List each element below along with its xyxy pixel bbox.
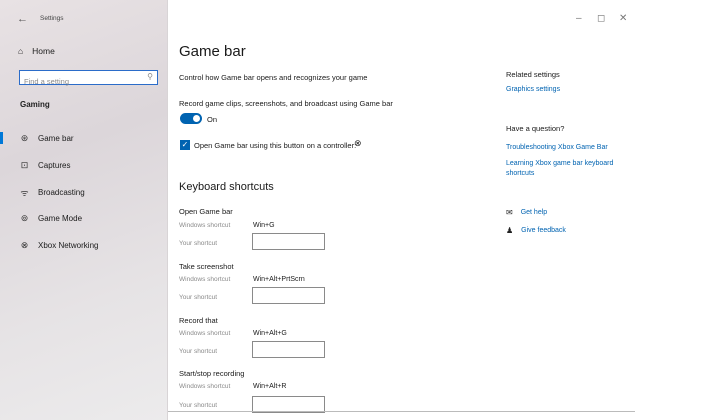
record-setting-label: Record game clips, screenshots, and broa… [179,99,393,108]
xbox-networking-icon: ⊗ [20,239,29,250]
graphics-settings-link[interactable]: Graphics settings [506,85,560,95]
sidebar-item-label: Game bar [38,133,74,143]
home-icon: ⌂ [18,46,24,56]
your-shortcut-input[interactable] [252,341,325,358]
your-shortcut-input[interactable] [252,233,325,250]
toggle-knob [193,115,200,122]
sidebar-item-xbox-networking[interactable]: ⊗ Xbox Networking [0,234,168,256]
have-a-question-header: Have a question? [506,124,565,133]
broadcasting-icon: ᯤ [20,187,29,198]
shortcut-title: Start/stop recording [179,369,245,378]
title-bar: ← Settings – ◻ ✕ [0,0,715,32]
windows-shortcut-value: Win+Alt+R [253,383,287,390]
close-icon[interactable]: ✕ [619,13,627,24]
shortcut-title: Take screenshot [179,262,234,271]
controller-button-label: Open Game bar using this button on a con… [194,141,357,150]
shortcut-title: Open Game bar [179,207,233,216]
windows-shortcut-label: Windows shortcut [179,276,231,283]
windows-shortcut-label: Windows shortcut [179,383,231,390]
game-mode-icon: ⊚ [20,212,29,223]
sidebar-item-label: Xbox Networking [38,240,99,250]
page-description: Control how Game bar opens and recognize… [179,73,368,82]
your-shortcut-input[interactable] [252,287,325,304]
keyboard-shortcuts-header: Keyboard shortcuts [179,181,274,193]
captures-icon: ⊡ [20,159,29,170]
divider [168,411,635,412]
controller-button-checkbox[interactable]: ✓ [180,140,190,150]
get-help-link[interactable]: ✉ Get help [506,208,547,217]
chat-help-icon: ✉ [506,208,513,217]
section-label-gaming: Gaming [20,100,50,109]
give-feedback-label: Give feedback [521,227,566,234]
sidebar-item-label: Captures [38,160,71,170]
windows-shortcut-label: Windows shortcut [179,330,231,337]
give-feedback-link[interactable]: ♟ Give feedback [506,226,566,235]
troubleshooting-link[interactable]: Troubleshooting Xbox Game Bar [506,143,608,153]
minimize-icon[interactable]: – [576,13,582,24]
sidebar-item-captures[interactable]: ⊡ Captures [0,154,168,176]
your-shortcut-label: Your shortcut [179,294,218,301]
your-shortcut-label: Your shortcut [179,240,218,247]
search-box[interactable]: ⚲ [19,70,158,88]
page-title: Game bar [179,43,246,60]
xbox-button-icon: ⊗ [354,138,362,148]
sidebar-item-broadcasting[interactable]: ᯤ Broadcasting [0,181,168,203]
feedback-icon: ♟ [506,226,514,235]
game-bar-icon: ⊛ [20,132,29,143]
sidebar-item-game-mode[interactable]: ⊚ Game Mode [0,207,168,229]
toggle-state-label: On [207,115,218,124]
record-toggle[interactable] [180,113,202,124]
sidebar-item-game-bar[interactable]: ⊛ Game bar [0,127,168,149]
nav-home-label: Home [32,46,55,56]
windows-shortcut-value: Win+Alt+G [253,330,287,337]
search-input[interactable] [20,75,142,88]
app-title: Settings [40,15,64,22]
your-shortcut-label: Your shortcut [179,348,218,355]
back-arrow-icon[interactable]: ← [17,13,28,25]
search-icon[interactable]: ⚲ [147,72,153,81]
shortcut-title: Record that [179,316,218,325]
related-settings-header: Related settings [506,70,560,79]
windows-shortcut-value: Win+Alt+PrtScrn [253,276,305,283]
sidebar-item-label: Game Mode [38,213,83,223]
nav-home[interactable]: ⌂ Home [18,46,55,56]
windows-shortcut-label: Windows shortcut [179,222,231,229]
sidebar-item-label: Broadcasting [38,187,85,197]
get-help-label: Get help [520,209,548,216]
your-shortcut-label: Your shortcut [179,402,218,409]
learning-shortcuts-link[interactable]: Learning Xbox game bar keyboard shortcut… [506,159,631,179]
maximize-icon[interactable]: ◻ [597,13,605,24]
windows-shortcut-value: Win+G [253,222,275,229]
